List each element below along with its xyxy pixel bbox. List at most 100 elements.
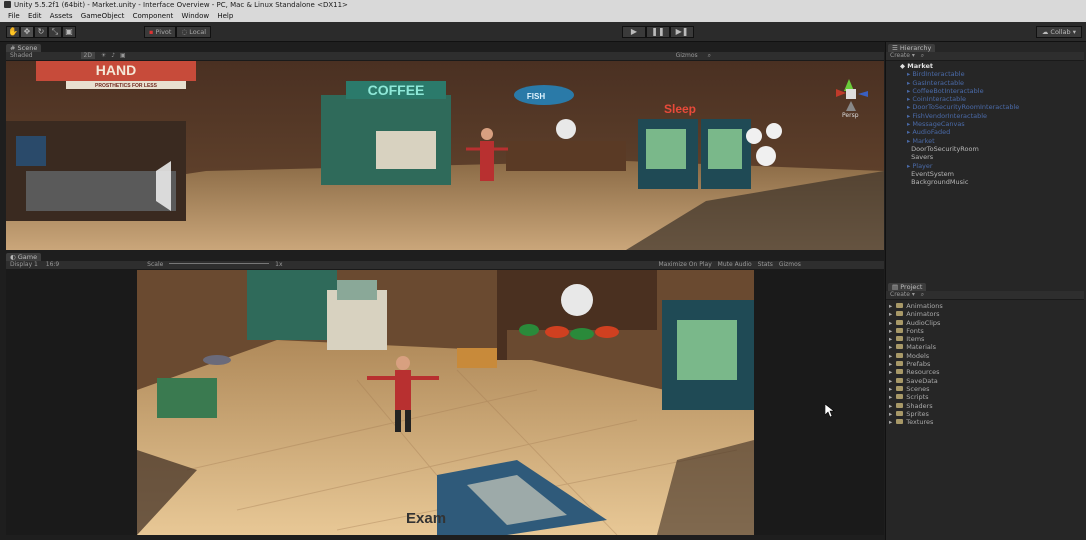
hierarchy-item[interactable]: ▸ MessageCanvas	[900, 120, 1080, 128]
folder-label: Textures	[906, 418, 934, 427]
shading-dropdown[interactable]: Shaded	[10, 52, 33, 59]
menu-window[interactable]: Window	[182, 12, 210, 20]
menu-component[interactable]: Component	[133, 12, 174, 20]
pause-button[interactable]: ❚❚	[646, 26, 670, 38]
aspect-dropdown[interactable]: 16:9	[46, 261, 59, 268]
project-toolbar: Create ▾ ⌕	[886, 291, 1084, 300]
hierarchy-item-label: FishVendorInteractable	[912, 111, 988, 120]
hierarchy-item[interactable]: ▸ CoinInteractable	[900, 95, 1080, 103]
hierarchy-item[interactable]: ▸ Player	[900, 162, 1080, 170]
hierarchy-search-icon[interactable]: ⌕	[921, 52, 924, 59]
project-folder[interactable]: ▸ Fonts	[889, 327, 1069, 335]
rect-tool-icon[interactable]: ▣	[62, 26, 76, 38]
hierarchy-item-label: GasInteractable	[912, 78, 965, 87]
menu-help[interactable]: Help	[217, 12, 233, 20]
project-folder[interactable]: ▸ Sprites	[889, 410, 1069, 418]
folder-icon	[896, 336, 904, 342]
hierarchy-item[interactable]: ▸ BirdInteractable	[900, 70, 1080, 78]
hierarchy-tree: ◆ Market ▸ BirdInteractable ▸ GasInterac…	[900, 62, 1080, 186]
hierarchy-item[interactable]: ▸ DoorToSecurityRoomInteractable	[900, 103, 1080, 111]
scene-tab-label: Scene	[17, 44, 38, 52]
folder-icon	[896, 402, 904, 408]
stats-toggle[interactable]: Stats	[758, 261, 773, 268]
main-toolbar: ✋ ✥ ↻ ⤡ ▣ ▪ Pivot ◌ Local ▶ ❚❚ ▶❚ ☁ Coll…	[0, 22, 1086, 42]
folder-icon	[896, 394, 904, 400]
folder-icon	[896, 369, 904, 375]
menu-gameobject[interactable]: GameObject	[81, 12, 125, 20]
project-search-icon[interactable]: ⌕	[921, 291, 924, 298]
hierarchy-root[interactable]: ◆ Market	[900, 62, 1080, 70]
play-button[interactable]: ▶	[622, 26, 646, 38]
mode-2d-toggle[interactable]: 2D	[80, 52, 95, 59]
scene-light-icon[interactable]: ☀	[101, 52, 106, 59]
game-view[interactable]	[137, 270, 754, 535]
hierarchy-item[interactable]: ▸ FishVendorInteractable	[900, 112, 1080, 120]
step-button[interactable]: ▶❚	[670, 26, 694, 38]
hierarchy-root-label: Market	[907, 62, 933, 70]
project-folder[interactable]: ▸ Items	[889, 335, 1069, 343]
project-folder[interactable]: ▸ Animators	[889, 310, 1069, 318]
hierarchy-create-dropdown[interactable]: Create	[890, 52, 910, 59]
scale-tool-icon[interactable]: ⤡	[48, 26, 62, 38]
project-folder[interactable]: ▸ Textures	[889, 418, 1069, 426]
hierarchy-item[interactable]: Savers	[900, 153, 1080, 161]
hand-tool-icon[interactable]: ✋	[6, 26, 20, 38]
game-tab-label: Game	[17, 253, 38, 261]
folder-label: Materials	[906, 343, 937, 352]
project-folder[interactable]: ▸ Animations	[889, 302, 1069, 310]
game-control-bar: Display 1 16:9 Scale 1x Maximize On Play…	[6, 261, 884, 270]
menu-assets[interactable]: Assets	[50, 12, 73, 20]
coffee-sign-text: COFFEE	[368, 82, 425, 98]
hierarchy-item-label: BirdInteractable	[912, 70, 965, 79]
move-tool-icon[interactable]: ✥	[20, 26, 34, 38]
rotate-tool-icon[interactable]: ↻	[34, 26, 48, 38]
hierarchy-item[interactable]: BackgroundMusic	[900, 178, 1080, 186]
hierarchy-item-label: EventSystem	[911, 169, 954, 178]
folder-icon	[896, 377, 904, 383]
hierarchy-item[interactable]: ▸ GasInteractable	[900, 79, 1080, 87]
project-folder[interactable]: ▸ SaveData	[889, 377, 1069, 385]
scene-fx-icon[interactable]: ▣	[120, 52, 126, 59]
project-folder[interactable]: ▸ Prefabs	[889, 360, 1069, 368]
hierarchy-item-label: BackgroundMusic	[911, 178, 969, 187]
hierarchy-item[interactable]: ▸ AudioFaded	[900, 128, 1080, 136]
hierarchy-item[interactable]: ▸ CoffeeBotInteractable	[900, 87, 1080, 95]
scene-gizmos-dropdown[interactable]: Gizmos	[676, 52, 698, 59]
scale-slider[interactable]	[169, 263, 270, 264]
hand-sign-text: HAND	[96, 62, 136, 78]
folder-label: Fonts	[906, 326, 924, 335]
hierarchy-item[interactable]: DoorToSecurityRoom	[900, 145, 1080, 153]
project-folder[interactable]: ▸ Scripts	[889, 393, 1069, 401]
project-folder[interactable]: ▸ Scenes	[889, 385, 1069, 393]
project-folder[interactable]: ▸ Materials	[889, 343, 1069, 351]
scene-audio-icon[interactable]: ♪	[111, 52, 115, 59]
menu-edit[interactable]: Edit	[28, 12, 42, 20]
folder-icon	[896, 410, 904, 416]
game-gizmos-dropdown[interactable]: Gizmos	[779, 261, 801, 268]
project-folder[interactable]: ▸ Models	[889, 352, 1069, 360]
project-tab-label: Project	[900, 283, 923, 291]
folder-label: Resources	[906, 368, 940, 377]
hierarchy-item[interactable]: ▸ Market	[900, 137, 1080, 145]
menu-file[interactable]: File	[8, 12, 20, 20]
fish-sign-text: FISH	[527, 92, 545, 101]
hierarchy-item-label: AudioFaded	[912, 128, 951, 137]
display-dropdown[interactable]: Display 1	[10, 261, 38, 268]
window-title: Unity 5.5.2f1 (64bit) - Market.unity - I…	[14, 1, 348, 9]
scene-search-icon[interactable]: ⌕	[708, 52, 711, 59]
pivot-label: Pivot	[155, 28, 172, 36]
collab-button[interactable]: ☁ Collab ▾	[1035, 26, 1082, 38]
hierarchy-item-label: DoorToSecurityRoom	[911, 144, 979, 153]
project-folder[interactable]: ▸ Resources	[889, 368, 1069, 376]
pivot-button[interactable]: ▪ Pivot	[144, 26, 177, 38]
hierarchy-item[interactable]: EventSystem	[900, 170, 1080, 178]
project-folder[interactable]: ▸ Shaders	[889, 402, 1069, 410]
maximize-on-play-toggle[interactable]: Maximize On Play	[658, 261, 711, 268]
unity-logo-icon	[4, 1, 11, 8]
project-create-dropdown[interactable]: Create	[890, 291, 910, 298]
mute-audio-toggle[interactable]: Mute Audio	[718, 261, 752, 268]
scene-view[interactable]: HAND PROSTHETICS FOR LESS COFFEE FISH Sl…	[6, 61, 884, 250]
local-button[interactable]: ◌ Local	[176, 26, 212, 38]
project-folder[interactable]: ▸ AudioClips	[889, 319, 1069, 327]
folder-label: AudioClips	[906, 318, 941, 327]
